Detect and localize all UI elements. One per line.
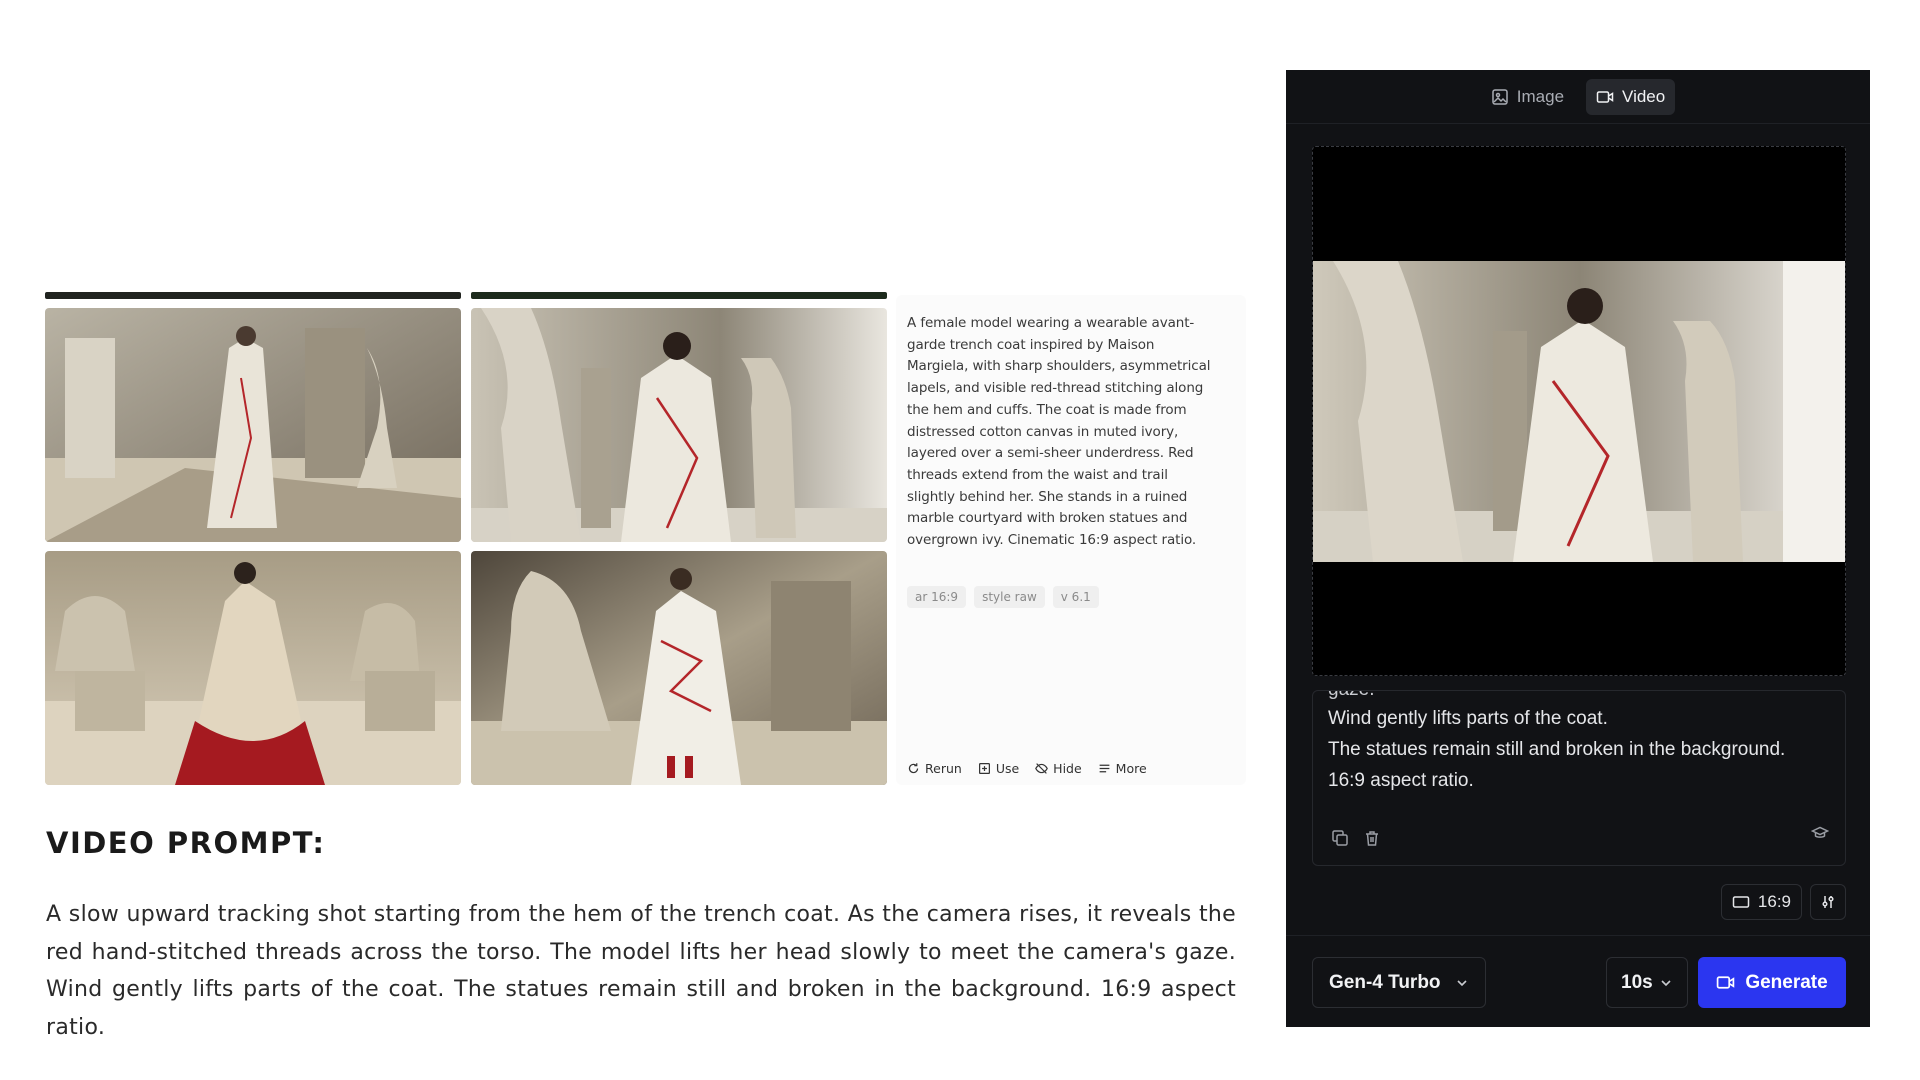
tag-aspect-ratio[interactable]: ar 16:9 (907, 586, 967, 608)
duration-select[interactable]: 10s (1606, 957, 1688, 1008)
use-button[interactable]: Use (978, 761, 1019, 776)
prompt-actions: Rerun Use Hide More (907, 761, 1147, 776)
image-prompt-card: A female model wearing a wearable avant-… (896, 295, 1246, 785)
model-select[interactable]: Gen-4 Turbo (1312, 957, 1486, 1008)
more-icon (1099, 764, 1110, 773)
textbox-content: Wind gently lifts parts of the coat. The… (1328, 703, 1833, 796)
mode-tabs: Image Video (1286, 70, 1870, 124)
aspect-ratio-label: 16:9 (1757, 892, 1791, 911)
use-icon (978, 763, 990, 774)
aspect-controls: 16:9 (1720, 884, 1846, 920)
chevron-down-icon (1661, 979, 1671, 986)
prompt-guide-icon[interactable] (1810, 824, 1830, 842)
image-icon (1492, 88, 1508, 105)
video-preview[interactable] (1312, 146, 1846, 676)
sliders-icon (1822, 896, 1834, 908)
generate-label: Generate (1745, 971, 1828, 993)
video-prompt-heading: VIDEO PROMPT: (46, 826, 326, 860)
video-camera-icon (1717, 976, 1735, 989)
aspect-ratio-icon (1732, 896, 1750, 908)
image-prompt-text: A female model wearing a wearable avant-… (907, 315, 1211, 549)
generate-button[interactable]: Generate (1698, 957, 1846, 1008)
more-button[interactable]: More (1098, 761, 1147, 776)
textbox-line: The statues remain still and broken in t… (1328, 739, 1786, 760)
tag-version[interactable]: v 6.1 (1052, 586, 1099, 608)
aspect-ratio-button[interactable]: 16:9 (1720, 884, 1802, 920)
copy-icon[interactable] (1331, 829, 1349, 847)
hide-icon (1035, 763, 1049, 774)
more-label: More (1115, 761, 1147, 776)
textbox-line: Wind gently lifts parts of the coat. (1328, 708, 1608, 729)
generated-image-2[interactable] (471, 308, 887, 542)
previous-thumbnail-strip (45, 292, 461, 299)
generated-image-4[interactable] (471, 551, 887, 785)
image-gallery: A female model wearing a wearable avant-… (45, 292, 1246, 785)
generation-panel: Image Video gaze. Wind gently lifts part… (1286, 70, 1870, 1027)
prompt-tags: ar 16:9 style raw v 6.1 (907, 586, 1099, 608)
tab-image-label: Image (1516, 86, 1565, 106)
hide-button[interactable]: Hide (1035, 761, 1082, 776)
textbox-tools (1331, 829, 1381, 847)
generated-image-3[interactable] (45, 551, 461, 785)
preview-frame-image (1313, 261, 1845, 562)
tab-image[interactable]: Image (1481, 79, 1574, 115)
generated-image-1[interactable] (45, 308, 461, 542)
hide-label: Hide (1053, 761, 1082, 776)
rerun-icon (908, 763, 919, 774)
use-label: Use (995, 761, 1020, 776)
rerun-button[interactable]: Rerun (907, 761, 962, 776)
trash-icon[interactable] (1363, 829, 1381, 847)
tab-video-label: Video (1622, 86, 1666, 106)
chevron-down-icon (1457, 979, 1467, 986)
duration-label: 10s (1621, 971, 1653, 993)
textbox-cut-line: gaze. (1328, 691, 1374, 701)
video-icon (1596, 90, 1614, 103)
panel-footer: Gen-4 Turbo 10s Generate (1286, 935, 1870, 1027)
textbox-line: 16:9 aspect ratio. (1328, 770, 1474, 791)
video-prompt-body: A slow upward tracking shot starting fro… (46, 902, 1236, 1040)
rerun-label: Rerun (925, 761, 962, 776)
textbox-right-tools (1810, 824, 1830, 847)
advanced-settings-button[interactable] (1810, 884, 1846, 920)
video-prompt-input[interactable]: gaze. Wind gently lifts parts of the coa… (1312, 690, 1846, 866)
tag-style[interactable]: style raw (974, 586, 1045, 608)
model-label: Gen-4 Turbo (1329, 971, 1441, 993)
previous-thumbnail-strip (471, 292, 887, 299)
tab-video[interactable]: Video (1586, 78, 1676, 115)
